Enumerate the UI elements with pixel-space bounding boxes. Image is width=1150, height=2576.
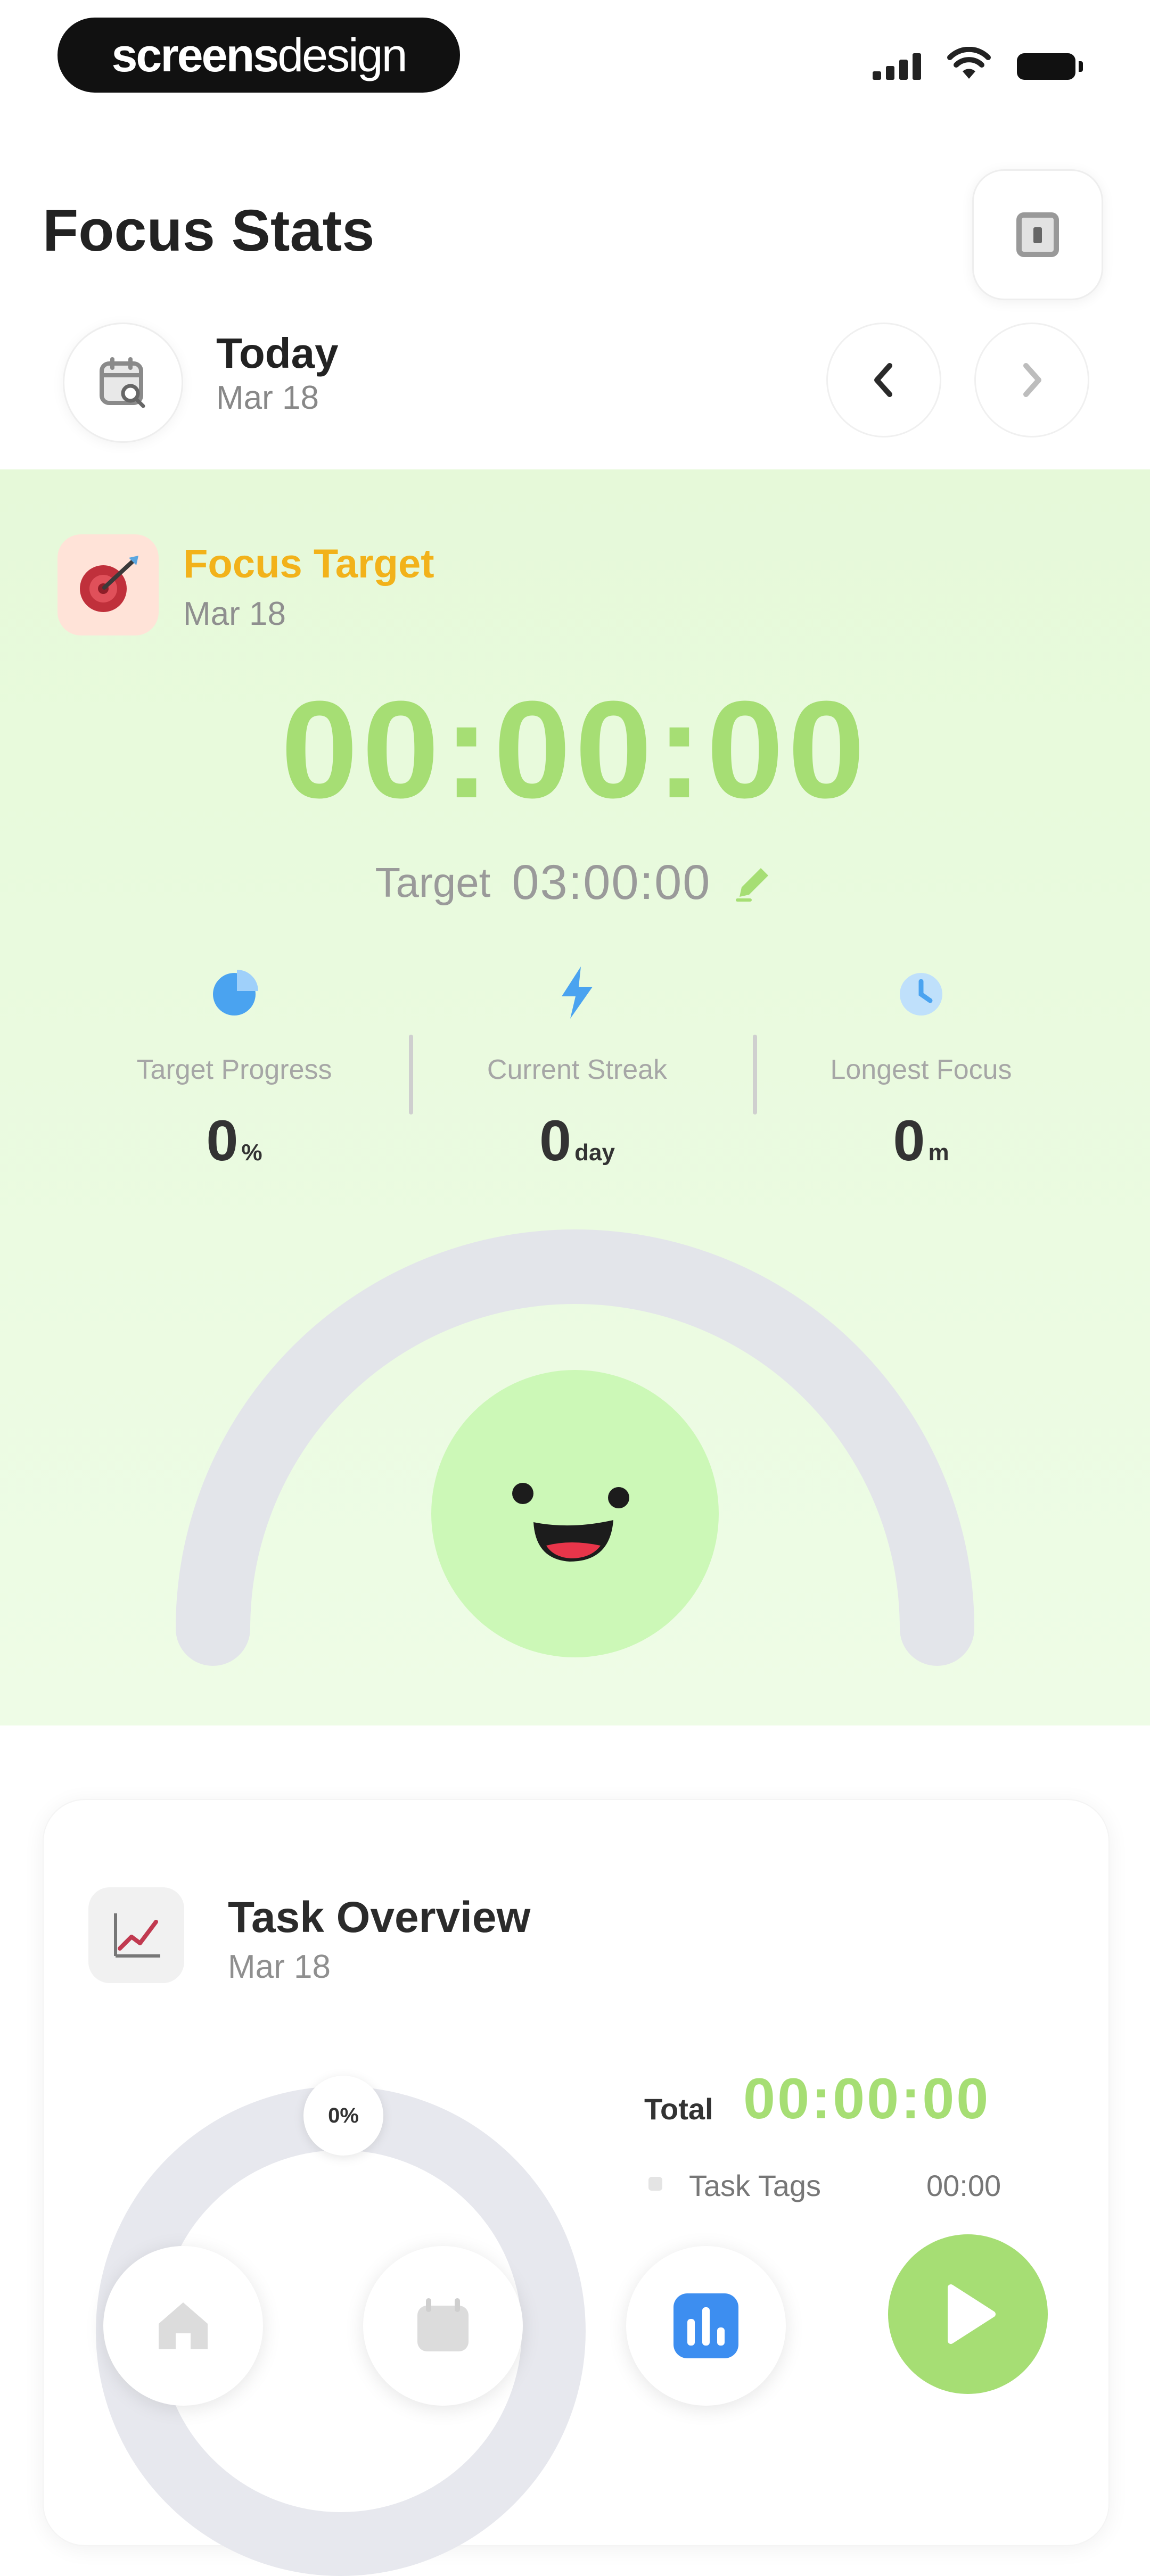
stat-unit: m: [928, 1140, 949, 1166]
task-overview-title: Task Overview: [228, 1893, 531, 1942]
stat-number: 0: [206, 1108, 239, 1173]
stat-value: 0%: [64, 1107, 405, 1174]
stat-value: 0 day: [407, 1107, 748, 1174]
clock-icon: [900, 973, 942, 1015]
chevron-right-icon: [1023, 363, 1041, 397]
tag-color-dot: [648, 2177, 662, 2191]
date-title: Today: [216, 329, 339, 377]
sidebar-toggle-button[interactable]: [972, 169, 1103, 300]
task-tags-label: Task Tags: [689, 2169, 821, 2202]
dart-target-icon: [80, 556, 138, 612]
brand-logo-part2: design: [277, 28, 407, 81]
stat-value: 0m: [751, 1107, 1091, 1174]
stat-label: Longest Focus: [830, 1054, 1012, 1085]
play-icon: [948, 2284, 996, 2344]
stat-target-progress: Target Progress 0%: [64, 963, 405, 1174]
stat-longest-focus: Longest Focus 0m: [751, 963, 1091, 1174]
target-row: Target 03:00:00: [0, 855, 1150, 911]
stat-number: 0: [893, 1108, 925, 1173]
mood-mascot: [431, 1370, 719, 1657]
stat-current-streak: Current Streak 0 day: [407, 963, 748, 1174]
home-icon: [159, 2302, 208, 2349]
nav-stats-button[interactable]: [626, 2246, 786, 2406]
next-day-button[interactable]: [974, 323, 1089, 437]
wifi-icon: [947, 47, 991, 79]
focus-target-date: Mar 18: [183, 596, 286, 632]
stat-number: 0: [539, 1108, 572, 1173]
line-chart-icon: [114, 1913, 160, 1958]
calendar-icon: [417, 2298, 469, 2351]
chevron-left-icon: [874, 363, 892, 397]
previous-day-button[interactable]: [826, 323, 941, 437]
task-overview-date: Mar 18: [228, 1948, 331, 1985]
status-icons: [873, 47, 1083, 80]
nav-calendar-button[interactable]: [363, 2246, 523, 2406]
brand-logo: screens design: [58, 18, 460, 93]
task-tags-time: 00:00: [926, 2169, 1001, 2202]
page-title: Focus Stats: [43, 198, 375, 263]
brand-logo-part1: screens: [111, 28, 279, 81]
sidebar-icon: [1016, 212, 1059, 257]
focus-target-icon: [58, 534, 159, 635]
start-focus-button[interactable]: [888, 2234, 1048, 2394]
stats-icon: [673, 2293, 738, 2358]
focus-target-title: Focus Target: [183, 541, 434, 587]
target-label: Target: [375, 859, 491, 906]
total-label: Total: [644, 2092, 713, 2126]
smiley-face-icon: [512, 1483, 629, 1562]
nav-home-button[interactable]: [103, 2246, 263, 2406]
task-overview-icon: [88, 1887, 184, 1983]
task-percent-badge: 0%: [303, 2076, 383, 2156]
focus-timer: 00:00:00: [281, 673, 869, 827]
stat-unit: %: [241, 1140, 262, 1166]
stat-label: Target Progress: [136, 1054, 332, 1085]
calendar-picker-button[interactable]: [63, 323, 183, 443]
total-value: 00:00:00: [743, 2066, 991, 2131]
battery-icon: [1017, 53, 1083, 80]
target-value: 03:00:00: [512, 855, 711, 910]
date-subtitle: Mar 18: [216, 379, 319, 416]
signal-icon: [873, 50, 921, 80]
stat-label: Current Streak: [487, 1054, 668, 1085]
pie-chart-icon: [213, 970, 258, 1015]
stat-unit: day: [574, 1140, 615, 1166]
edit-target-icon[interactable]: [732, 862, 775, 904]
calendar-search-icon: [100, 357, 145, 408]
lightning-icon: [562, 967, 593, 1019]
